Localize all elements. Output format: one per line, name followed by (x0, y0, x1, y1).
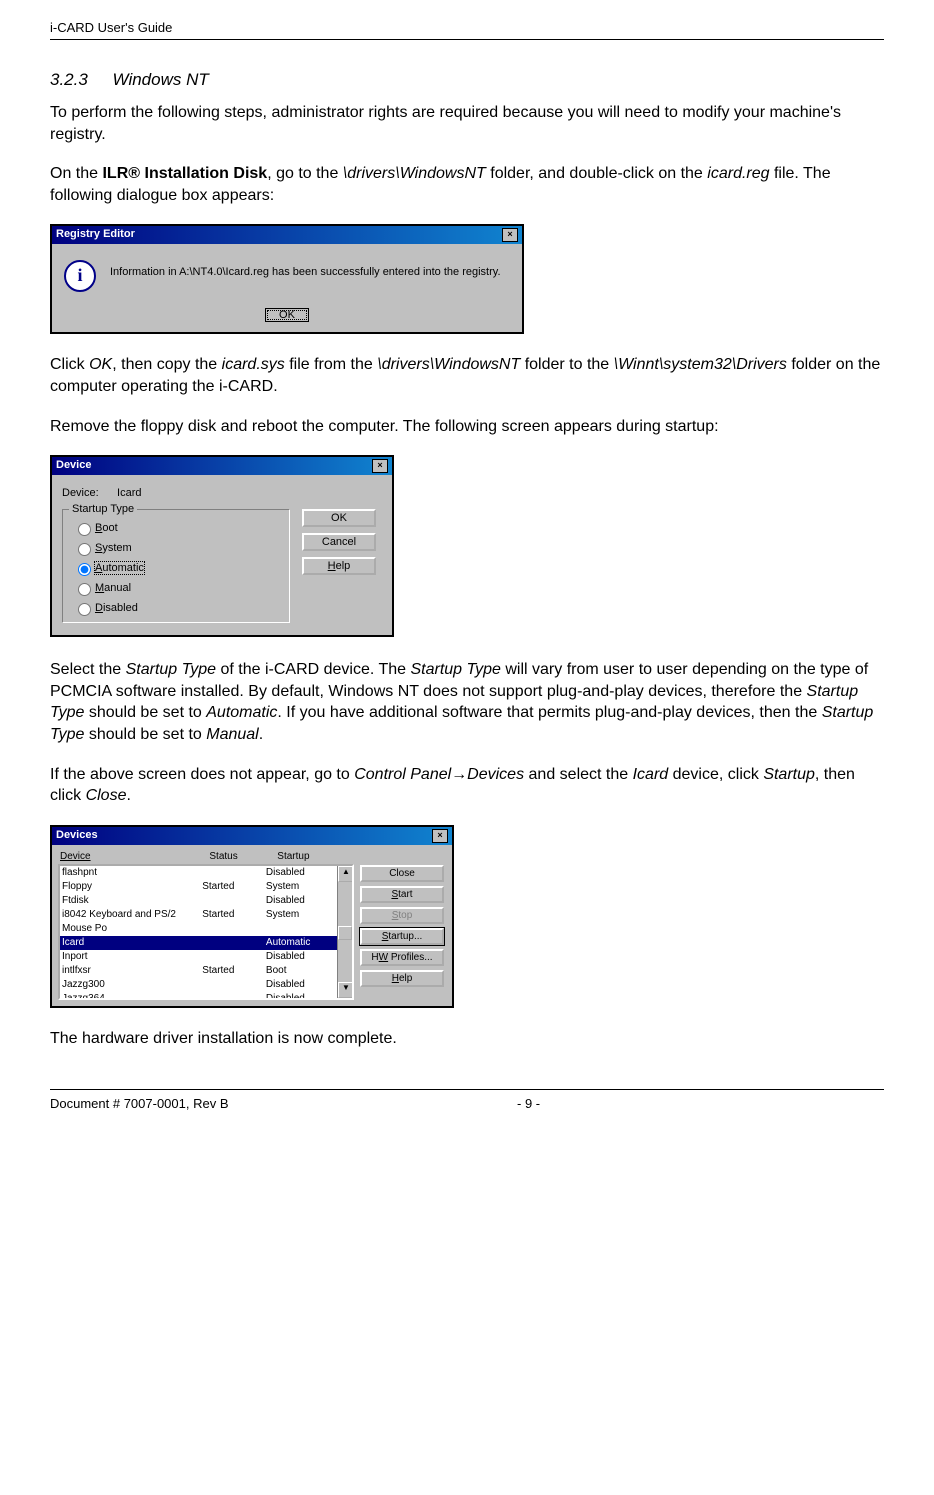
dialog-titlebar: Device × (52, 457, 392, 475)
device-dialog: Device × Device: Icard Startup Type Boot… (50, 455, 394, 637)
radio-automatic[interactable]: Automatic (73, 558, 279, 578)
footer-page-number: - 9 - (417, 1096, 884, 1111)
col-startup: Startup (277, 851, 352, 862)
close-icon[interactable]: × (502, 228, 518, 242)
table-row[interactable]: flashpntDisabled (60, 866, 338, 880)
startup-type-fieldset: Startup Type Boot System Automatic Manua… (62, 509, 290, 623)
dialog-title: Devices (56, 829, 98, 843)
page-footer: Document # 7007-0001, Rev B - 9 - (50, 1089, 884, 1111)
radio-manual[interactable]: Manual (73, 578, 279, 598)
stop-button[interactable]: Stop (360, 907, 444, 924)
dialog-titlebar: Devices × (52, 827, 452, 845)
section-title: Windows NT (113, 70, 209, 89)
fieldset-legend: Startup Type (69, 503, 137, 515)
scroll-up-icon[interactable]: ▲ (338, 866, 354, 882)
close-icon[interactable]: × (432, 829, 448, 843)
dialog-message: Information in A:\NT4.0\Icard.reg has be… (110, 260, 501, 278)
devices-dialog: Devices × Device Status Startup ▲ ▼ flas… (50, 825, 454, 1008)
dialog-titlebar: Registry Editor × (52, 226, 522, 244)
paragraph-startup-type: Select the Startup Type of the i-CARD de… (50, 659, 884, 745)
table-row[interactable]: intlfxsrStartedBoot (60, 964, 338, 978)
scroll-thumb[interactable] (338, 926, 352, 940)
footer-doc-number: Document # 7007-0001, Rev B (50, 1096, 417, 1111)
info-icon: i (64, 260, 96, 292)
col-device: Device (60, 851, 209, 862)
col-status: Status (209, 851, 277, 862)
table-row[interactable]: Jazzg364Disabled (60, 992, 338, 1000)
table-row[interactable]: FloppyStartedSystem (60, 880, 338, 894)
table-row[interactable]: FtdiskDisabled (60, 894, 338, 908)
section-number: 3.2.3 (50, 70, 88, 90)
table-row[interactable]: InportDisabled (60, 950, 338, 964)
paragraph-intro: To perform the following steps, administ… (50, 102, 884, 145)
hw-profiles-button[interactable]: HW Profiles... (360, 949, 444, 966)
radio-boot[interactable]: Boot (73, 518, 279, 538)
registry-editor-dialog: Registry Editor × i Information in A:\NT… (50, 224, 524, 334)
close-icon[interactable]: × (372, 459, 388, 473)
paragraph-control-panel: If the above screen does not appear, go … (50, 764, 884, 807)
device-name-row: Device: Icard (62, 487, 290, 499)
devices-columns: Device Status Startup (58, 851, 354, 864)
scrollbar[interactable]: ▲ ▼ (337, 866, 352, 998)
page-header: i-CARD User's Guide (50, 20, 884, 40)
table-row[interactable]: IcardAutomatic (60, 936, 338, 950)
radio-disabled[interactable]: Disabled (73, 598, 279, 618)
paragraph-reboot: Remove the floppy disk and reboot the co… (50, 416, 884, 438)
close-button[interactable]: Close (360, 865, 444, 882)
ok-button[interactable]: OK (302, 509, 376, 527)
help-button[interactable]: Help (360, 970, 444, 987)
table-row[interactable]: Jazzg300Disabled (60, 978, 338, 992)
cancel-button[interactable]: Cancel (302, 533, 376, 551)
ok-button[interactable]: OK (265, 308, 309, 322)
devices-list[interactable]: ▲ ▼ flashpntDisabledFloppyStartedSystemF… (58, 864, 354, 1000)
dialog-title: Device (56, 459, 91, 473)
radio-system[interactable]: System (73, 538, 279, 558)
help-button[interactable]: Help (302, 557, 376, 575)
start-button[interactable]: Start (360, 886, 444, 903)
scroll-down-icon[interactable]: ▼ (338, 982, 354, 998)
paragraph-install-disk: On the ILR® Installation Disk, go to the… (50, 163, 884, 206)
startup-button[interactable]: Startup... (360, 928, 444, 945)
paragraph-copy-sys: Click OK, then copy the icard.sys file f… (50, 354, 884, 397)
paragraph-complete: The hardware driver installation is now … (50, 1028, 884, 1050)
section-heading: 3.2.3 Windows NT (50, 70, 884, 90)
dialog-title: Registry Editor (56, 228, 135, 242)
table-row[interactable]: i8042 Keyboard and PS/2 Mouse PoStartedS… (60, 908, 338, 936)
